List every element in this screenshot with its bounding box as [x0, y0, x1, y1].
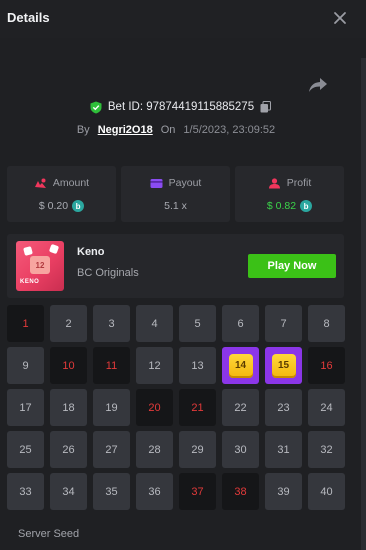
modal-title: Details: [7, 10, 50, 25]
keno-cell-24: 24: [308, 389, 345, 426]
keno-cell-37: 37: [179, 473, 216, 510]
keno-cell-35: 35: [93, 473, 130, 510]
keno-thumbnail: 12 KENO: [16, 241, 64, 291]
bet-date: 1/5/2023, 23:09:52: [183, 124, 276, 136]
on-label: On: [160, 124, 176, 136]
game-provider: BC Originals: [77, 267, 139, 279]
stat-amount-value: $ 0.20: [38, 200, 69, 212]
keno-cell-38: 38: [222, 473, 259, 510]
stat-amount-label: Amount: [52, 177, 90, 189]
keno-cell-23: 23: [265, 389, 302, 426]
hit-gem-icon: 15: [271, 353, 296, 378]
keno-cell-15: 15: [265, 347, 302, 384]
stat-profit: Profit $ 0.82 b: [235, 166, 344, 222]
bet-id: Bet ID: 97874419115885275: [107, 101, 255, 113]
keno-cell-30: 30: [222, 431, 259, 468]
stat-amount: Amount $ 0.20 b: [7, 166, 116, 222]
username-link[interactable]: Negri2O18: [98, 124, 153, 136]
bet-id-row: Bet ID: 97874419115885275: [0, 98, 361, 116]
stat-profit-value: $ 0.82: [266, 200, 297, 212]
keno-cell-20: 20: [136, 389, 173, 426]
keno-cell-12: 12: [136, 347, 173, 384]
server-seed-label: Server Seed: [18, 528, 80, 540]
bet-details-modal: Details Bet ID: 97874419115885275 By Neg…: [0, 0, 366, 550]
stat-profit-label: Profit: [286, 177, 312, 189]
keno-cell-28: 28: [136, 431, 173, 468]
coin-icon: b: [72, 200, 85, 212]
keno-board: 1 2 3 4 5 6 7 8 9 10 11 12 13 14 15 16 17 18 19 20 21 22 23 24 2…: [7, 305, 345, 510]
bet-stats: Amount $ 0.20 b Payout 5.1 x Profit $ 0.…: [7, 166, 359, 222]
keno-cell-10: 10: [50, 347, 87, 384]
thumb-number: 12: [30, 256, 50, 274]
keno-cell-31: 31: [265, 431, 302, 468]
play-now-button[interactable]: Play Now: [248, 254, 336, 278]
keno-cell-5: 5: [179, 305, 216, 342]
keno-cell-8: 8: [308, 305, 345, 342]
thumb-text: KENO: [20, 279, 40, 285]
keno-cell-29: 29: [179, 431, 216, 468]
keno-cell-2: 2: [50, 305, 87, 342]
keno-cell-9: 9: [7, 347, 44, 384]
keno-cell-7: 7: [265, 305, 302, 342]
keno-cell-39: 39: [265, 473, 302, 510]
keno-cell-3: 3: [93, 305, 130, 342]
keno-cell-21: 21: [179, 389, 216, 426]
keno-cell-32: 32: [308, 431, 345, 468]
keno-cell-18: 18: [50, 389, 87, 426]
share-icon[interactable]: [308, 76, 328, 94]
stat-payout-value: 5.1 x: [164, 200, 187, 212]
keno-cell-14: 14: [222, 347, 259, 384]
copy-icon[interactable]: [260, 101, 272, 113]
modal-content: Bet ID: 97874419115885275 By Negri2O18 O…: [0, 38, 361, 550]
close-icon[interactable]: [330, 8, 350, 28]
game-name: Keno: [77, 246, 105, 258]
keno-cell-19: 19: [93, 389, 130, 426]
profit-icon: [268, 177, 280, 188]
bet-meta-row: By Negri2O18 On 1/5/2023, 23:09:52: [0, 122, 352, 138]
keno-cell-34: 34: [50, 473, 87, 510]
keno-cell-36: 36: [136, 473, 173, 510]
keno-cell-17: 17: [7, 389, 44, 426]
game-card: 12 KENO Keno BC Originals Play Now: [7, 234, 344, 298]
coin-icon: b: [300, 200, 313, 212]
scrollbar[interactable]: [361, 58, 366, 550]
wallet-icon: [150, 178, 163, 188]
stat-payout-label: Payout: [168, 177, 202, 189]
keno-cell-6: 6: [222, 305, 259, 342]
verified-shield-icon: [90, 101, 102, 113]
modal-header: Details: [0, 0, 366, 38]
keno-cell-27: 27: [93, 431, 130, 468]
keno-cell-22: 22: [222, 389, 259, 426]
keno-cell-1: 1: [7, 305, 44, 342]
hit-gem-icon: 14: [228, 353, 253, 378]
keno-cell-25: 25: [7, 431, 44, 468]
keno-cell-4: 4: [136, 305, 173, 342]
keno-cell-16: 16: [308, 347, 345, 384]
keno-cell-11: 11: [93, 347, 130, 384]
coins-icon: [34, 178, 46, 188]
stat-payout: Payout 5.1 x: [121, 166, 230, 222]
by-label: By: [76, 124, 90, 136]
keno-cell-40: 40: [308, 473, 345, 510]
keno-cell-13: 13: [179, 347, 216, 384]
keno-cell-26: 26: [50, 431, 87, 468]
keno-cell-33: 33: [7, 473, 44, 510]
